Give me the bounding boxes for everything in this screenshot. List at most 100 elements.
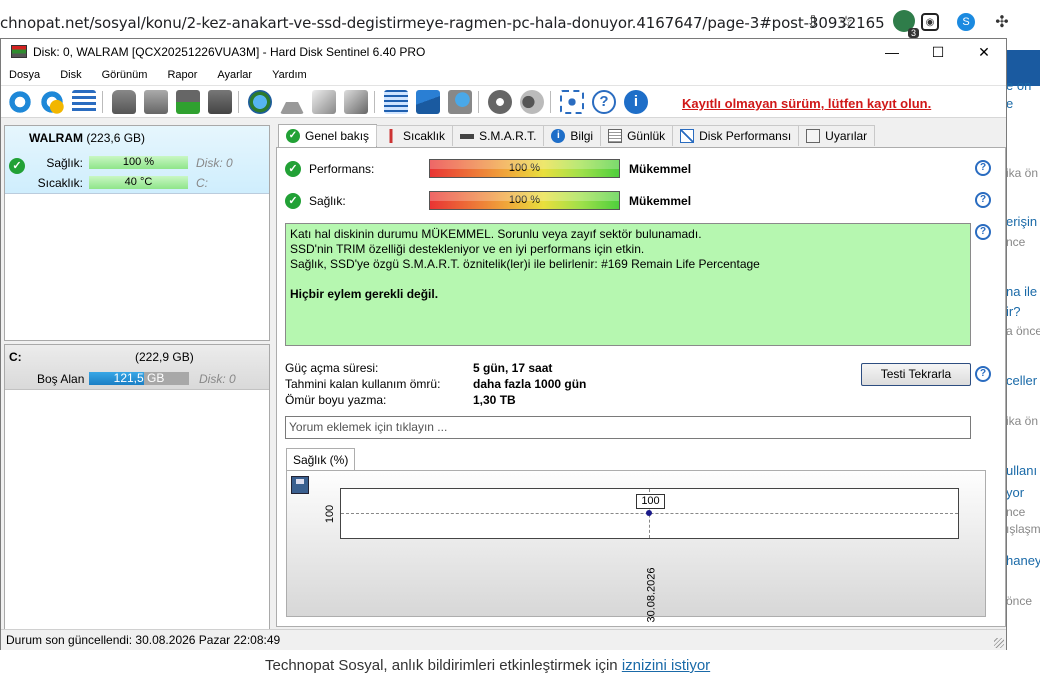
disk-search-icon[interactable] [208,90,232,114]
tab-overview[interactable]: ✓ Genel bakış [278,124,378,147]
extensions-puzzle-icon[interactable]: ✣ [992,12,1012,32]
help-icon[interactable]: ? [975,366,991,382]
webpage-snippet: nce [1006,505,1026,519]
volume-header[interactable]: C: (222,9 GB) Boş Alan 121,5 GB Disk: 0 [5,345,269,390]
disk-card-header[interactable]: WALRAM (223,6 GB) ✓ Sağlık: 100 % Disk: … [5,126,269,194]
refresh-warning-icon[interactable] [40,90,64,114]
address-bar-url[interactable]: chnopat.net/sosyal/konu/2-kez-anakart-ve… [0,14,885,32]
sound-icon[interactable] [520,90,544,114]
check-icon: ✓ [285,193,301,209]
volume-disk-index: Disk: 0 [199,372,236,386]
help-icon[interactable]: ? [975,192,991,208]
power-on-label: Güç açma süresi: [285,361,379,375]
install-app-icon[interactable]: ⇩ [803,12,823,32]
gear-icon[interactable] [488,90,512,114]
webpage-link[interactable]: erişin [1006,214,1037,229]
bookmark-star-icon[interactable]: ☆ [836,12,856,32]
extension-blue-icon[interactable]: S [957,13,975,31]
drive-icon[interactable] [312,90,336,114]
x-tick-label: 30.08.2026 [645,567,658,623]
comment-input[interactable]: Yorum eklemek için tıklayın ... [285,416,971,439]
email-icon[interactable] [416,90,440,114]
performance-bar: 100 % [429,159,620,178]
volume-card[interactable]: C: (222,9 GB) Boş Alan 121,5 GB Disk: 0 [4,344,270,647]
tab-smart[interactable]: S.M.A.R.T. [452,125,545,146]
webpage-snippet: ışlaşm [1006,522,1040,536]
info-icon[interactable]: i [624,90,648,114]
info-icon: i [551,129,566,143]
extension-circle-icon[interactable]: ◉ [921,13,939,31]
extension-icon[interactable]: 3 [893,10,919,38]
save-icon[interactable] [291,476,309,494]
disk-health-icon[interactable] [176,90,200,114]
notification-text: Technopat Sosyal, anlık bildirimleri etk… [265,657,622,674]
disk-card[interactable]: WALRAM (223,6 GB) ✓ Sağlık: 100 % Disk: … [4,125,270,341]
screenshot-icon[interactable] [560,90,584,114]
power-on-value: 5 gün, 17 saat [473,361,553,375]
webpage-snippet: ika ön [1006,166,1039,180]
webpage-link[interactable]: ullanı [1006,463,1037,478]
tab-log[interactable]: Günlük [600,125,674,146]
webpage-snippet: e on [1006,78,1032,93]
webpage-link[interactable]: na ile [1006,284,1037,299]
tab-label: Sıcaklık [403,129,446,143]
minimize-button[interactable]: — [869,41,915,63]
menu-ayarlar[interactable]: Ayarlar [217,67,252,83]
webpage-link[interactable]: celler [1006,373,1037,388]
webpage-link[interactable]: ir? [1006,304,1020,319]
health-label: Sağlık: [46,156,83,170]
overview-panel: ✓ Performans: 100 % Mükemmel ? ✓ Sağlık:… [276,147,1006,627]
eject-icon[interactable] [280,90,304,114]
menu-yardim[interactable]: Yardım [272,67,307,83]
tab-health-graph[interactable]: Sağlık (%) [286,448,356,471]
browser-toolbar: chnopat.net/sosyal/konu/2-kez-anakart-ve… [0,0,1040,38]
tab-temperature[interactable]: Sıcaklık [376,125,454,146]
tab-label: Günlük [627,129,666,143]
network-icon[interactable] [448,90,472,114]
message-line: SSD'nin TRIM özelliği destekleniyor ve e… [290,242,645,256]
list-icon[interactable] [72,90,96,114]
message-action: Hiçbir eylem gerekli değil. [290,287,439,301]
help-icon[interactable]: ? [975,160,991,176]
maximize-button[interactable]: ☐ [915,41,961,63]
webpage-snippet: a önce [1006,324,1040,338]
unregistered-notice-link[interactable]: Kayıtlı olmayan sürüm, lütfen kayıt olun… [682,96,931,111]
help-icon[interactable]: ? [975,224,991,240]
hardware-icon[interactable] [344,90,368,114]
status-bar: Durum son güncellendi: 30.08.2026 Pazar … [1,629,1006,650]
disk-bar-icon [460,133,475,139]
menu-dosya[interactable]: Dosya [9,67,40,83]
menu-gorunum[interactable]: Görünüm [102,67,148,83]
data-label: 100 [636,494,665,509]
retest-button[interactable]: Testi Tekrarla [861,363,971,386]
disk-test-icon[interactable] [144,90,168,114]
title-bar[interactable]: Disk: 0, WALRAM [QCX20251226VUA3M] - Har… [1,39,1006,64]
help-icon[interactable]: ? [592,90,616,114]
webpage-snippet: nce [1006,235,1026,249]
tab-performance[interactable]: Disk Performansı [672,125,800,146]
menu-bar: Dosya Disk Görünüm Rapor Ayarlar Yardım [1,64,1006,86]
webpage-right-edge: e on e ika ön erişin nce na ile ir? a ön… [1006,38,1040,670]
globe-icon[interactable] [248,90,272,114]
notification-link[interactable]: iznizini istiyor [622,657,710,674]
tab-info[interactable]: i Bilgi [543,125,602,146]
webpage-link[interactable]: yor [1006,485,1024,500]
remaining-life-value: daha fazla 1000 gün [473,377,587,391]
menu-rapor[interactable]: Rapor [167,67,197,83]
tab-label: S.M.A.R.T. [479,129,537,143]
health-chart: 100 100 30.08.2026 [286,470,986,623]
report-icon[interactable] [384,90,408,114]
toolbar-separator [478,91,479,113]
disk-icon[interactable] [112,90,136,114]
chart-icon [680,129,695,143]
performance-status: Mükemmel [629,162,692,176]
menu-disk[interactable]: Disk [60,67,81,83]
health-row: ✓ Sağlık: [285,190,429,212]
tab-alerts[interactable]: Uyarılar [798,125,876,146]
close-button[interactable]: ✕ [961,41,1007,63]
webpage-link[interactable]: haney [1006,553,1040,568]
refresh-icon[interactable] [8,90,32,114]
lifetime-writes-value: 1,30 TB [473,393,516,407]
resize-grip[interactable] [994,638,1004,648]
webpage-snippet: ika ön [1006,414,1039,428]
